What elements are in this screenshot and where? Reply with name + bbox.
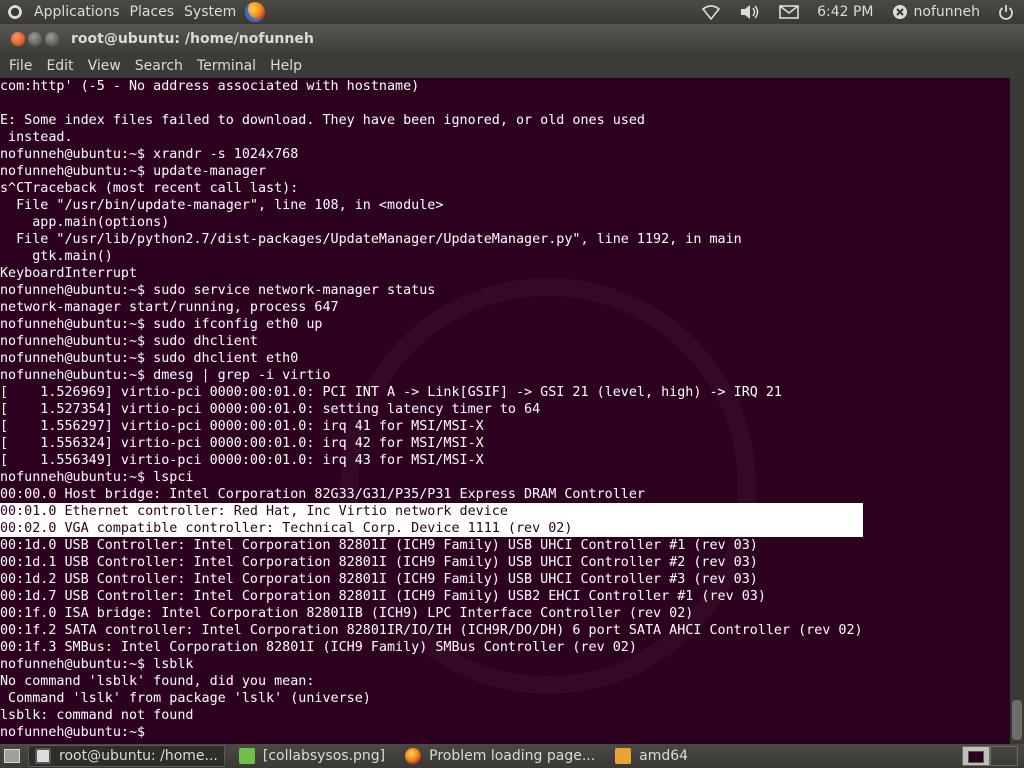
taskbar-button[interactable]: Problem loading page... [399, 745, 601, 767]
terminal-line: nofunneh@ubuntu:~$ xrandr -s 1024x768 [0, 147, 299, 162]
taskbar-button[interactable]: [collabsysos.png] [233, 745, 391, 767]
wifi-icon[interactable] [701, 4, 721, 20]
terminal-icon [35, 748, 51, 764]
taskbar-button-label: [collabsysos.png] [262, 748, 386, 764]
firefox-launcher-icon[interactable] [245, 2, 266, 22]
terminal-line: 00:1f.3 SMBus: Intel Corporation 82801I … [0, 640, 637, 655]
menu-edit[interactable]: Edit [39, 58, 80, 74]
menu-view[interactable]: View [81, 58, 128, 74]
window-titlebar[interactable]: root@ubuntu: /home/nofunneh [0, 24, 1024, 54]
taskbar-button[interactable]: root@ubuntu: /home... [28, 745, 225, 767]
terminal-line: nofunneh@ubuntu:~$ sudo service network-… [0, 283, 436, 298]
clock[interactable]: 6:42 PM [817, 4, 873, 20]
power-icon[interactable] [998, 4, 1014, 20]
window-list: root@ubuntu: /home... [collabsysos.png] Pr… [28, 745, 702, 767]
terminal-line: 00:01.0 Ethernet controller: Red Hat, In… [0, 503, 863, 520]
system-tray: 6:42 PM nofunneh [701, 4, 1024, 20]
terminal-line: com:http' (-5 - No address associated wi… [0, 79, 420, 94]
places-menu[interactable]: Places [125, 4, 180, 20]
terminal-line: network-manager start/running, process 6… [0, 300, 339, 315]
terminal-line: nofunneh@ubuntu:~$ update-manager [0, 164, 267, 179]
ubuntu-logo-icon[interactable] [7, 4, 23, 20]
terminal-line: instead. [0, 130, 73, 145]
menu-help[interactable]: Help [263, 58, 309, 74]
terminal-line: [ 1.527354] virtio-pci 0000:00:01.0: set… [0, 402, 541, 417]
terminal-line: 00:02.0 VGA compatible controller: Techn… [0, 520, 863, 537]
close-window-button[interactable] [11, 32, 25, 46]
terminal-line: [ 1.526969] virtio-pci 0000:00:01.0: PCI… [0, 385, 782, 400]
user-icon [892, 5, 907, 19]
terminal-line: File "/usr/bin/update-manager", line 108… [0, 198, 444, 213]
menu-file[interactable]: File [2, 58, 39, 74]
maximize-window-button[interactable] [45, 32, 59, 46]
terminal-line: lsblk: command not found [0, 708, 194, 723]
terminal-line: nofunneh@ubuntu:~$ sudo ifconfig eth0 up [0, 317, 323, 332]
user-name: nofunneh [913, 4, 980, 20]
terminal-line: nofunneh@ubuntu:~$ sudo dhclient eth0 [0, 351, 299, 366]
terminal-output[interactable]: com:http' (-5 - No address associated wi… [0, 78, 1010, 744]
terminal-thumbnail-icon [968, 751, 984, 763]
minimize-window-button[interactable] [28, 32, 42, 46]
terminal-line: nofunneh@ubuntu:~$ lsblk [0, 657, 194, 672]
workspace-1[interactable] [962, 746, 990, 766]
volume-icon[interactable] [739, 4, 761, 20]
terminal-line: 00:1d.7 USB Controller: Intel Corporatio… [0, 589, 766, 604]
terminal-line: [ 1.556324] virtio-pci 0000:00:01.0: irq… [0, 436, 484, 451]
terminal-line: gtk.main() [0, 249, 113, 264]
firefox-icon [405, 748, 422, 764]
system-menu[interactable]: System [179, 4, 241, 20]
terminal-line: Command 'lslk' from package 'lslk' (univ… [0, 691, 371, 706]
workspace-2[interactable] [990, 746, 1018, 766]
menu-terminal[interactable]: Terminal [190, 58, 263, 74]
terminal-line: nofunneh@ubuntu:~$ [0, 725, 146, 740]
terminal-line: 00:1f.0 ISA bridge: Intel Corporation 82… [0, 606, 694, 621]
workspace-switcher[interactable] [962, 746, 1018, 766]
terminal-line: 00:1f.2 SATA controller: Intel Corporati… [0, 623, 863, 638]
folder-icon [615, 748, 632, 764]
terminal-line: No command 'lsblk' found, did you mean: [0, 674, 315, 689]
terminal-line: nofunneh@ubuntu:~$ lspci [0, 470, 194, 485]
terminal-line: s^CTraceback (most recent call last): [0, 181, 299, 196]
terminal-line: E: Some index files failed to download. … [0, 113, 645, 128]
terminal-line: 00:00.0 Host bridge: Intel Corporation 8… [0, 487, 645, 502]
terminal-line: [ 1.556297] virtio-pci 0000:00:01.0: irq… [0, 419, 484, 434]
terminal-scrollbar[interactable] [1010, 78, 1024, 744]
top-panel: Applications Places System 6:42 PM nofun… [0, 0, 1024, 24]
terminal-line: KeyboardInterrupt [0, 266, 138, 281]
applications-menu[interactable]: Applications [29, 4, 125, 20]
menu-search[interactable]: Search [128, 58, 190, 74]
terminal-line: [ 1.556349] virtio-pci 0000:00:01.0: irq… [0, 453, 484, 468]
user-menu[interactable]: nofunneh [892, 4, 980, 20]
terminal-line: File "/usr/lib/python2.7/dist-packages/U… [0, 232, 742, 247]
taskbar-button-label: root@ubuntu: /home... [59, 748, 218, 764]
terminal-line: 00:1d.0 USB Controller: Intel Corporatio… [0, 538, 758, 553]
taskbar-button[interactable]: amd64 [609, 745, 694, 767]
taskbar-button-label: amd64 [639, 748, 689, 764]
mail-icon[interactable] [779, 5, 799, 19]
show-desktop-icon[interactable] [4, 749, 20, 763]
terminal-line: 00:1d.1 USB Controller: Intel Corporatio… [0, 555, 758, 570]
bottom-panel: root@ubuntu: /home... [collabsysos.png] Pr… [0, 744, 1024, 768]
window-title: root@ubuntu: /home/nofunneh [71, 31, 314, 47]
terminal-line: 00:1d.2 USB Controller: Intel Corporatio… [0, 572, 758, 587]
terminal-line: nofunneh@ubuntu:~$ sudo dhclient [0, 334, 258, 349]
terminal-line: nofunneh@ubuntu:~$ dmesg | grep -i virti… [0, 368, 331, 383]
taskbar-button-label: Problem loading page... [429, 748, 596, 764]
image-viewer-icon [238, 748, 255, 764]
terminal-line: app.main(options) [0, 215, 170, 230]
scrollbar-thumb[interactable] [1012, 700, 1022, 740]
terminal-text[interactable]: com:http' (-5 - No address associated wi… [0, 78, 863, 741]
terminal-menubar: File Edit View Search Terminal Help [0, 54, 1024, 78]
